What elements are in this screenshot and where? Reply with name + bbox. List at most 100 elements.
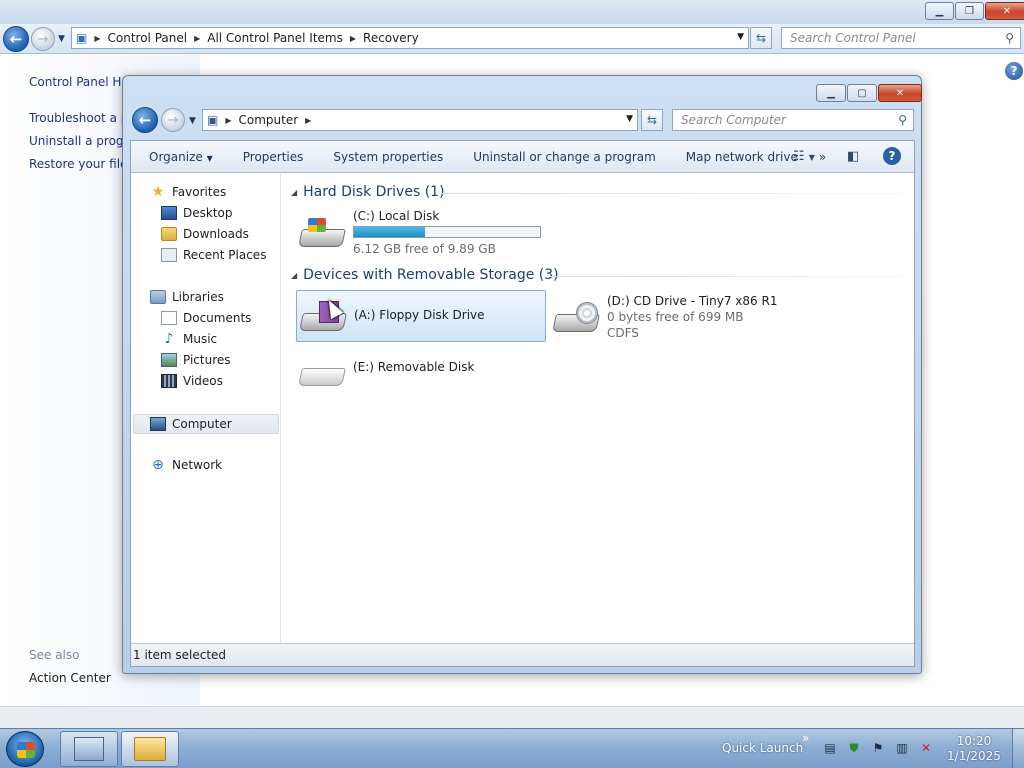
system-properties-button[interactable]: System properties bbox=[318, 150, 458, 164]
chevron-down-icon: ▼ bbox=[206, 153, 213, 163]
drive-c-name: (C:) Local Disk bbox=[353, 209, 440, 223]
maximize-button[interactable]: ▢ bbox=[847, 84, 877, 102]
quick-launch-chevron[interactable]: » bbox=[802, 731, 809, 745]
cp-address-icon: ▣ bbox=[76, 31, 88, 45]
nav-downloads[interactable]: Downloads bbox=[161, 227, 249, 241]
command-bar: Organize ▼ Properties System properties … bbox=[131, 141, 914, 173]
start-button[interactable] bbox=[6, 731, 44, 767]
nav-music[interactable]: ♪ Music bbox=[161, 331, 218, 347]
drive-c-local-disk[interactable]: (C:) Local Disk 6.12 GB free of 9.89 GB bbox=[296, 209, 546, 257]
more-commands-button[interactable]: » bbox=[813, 150, 832, 164]
collapse-triangle-icon[interactable]: ◢ bbox=[291, 188, 297, 197]
computer-icon: ▣ bbox=[207, 113, 219, 127]
drive-e-removable[interactable]: (E:) Removable Disk bbox=[296, 352, 546, 396]
cp-breadcrumb-1[interactable]: All Control Panel Items bbox=[203, 31, 347, 45]
show-desktop-button[interactable] bbox=[1012, 729, 1024, 768]
minimize-button[interactable]: ▁ bbox=[816, 84, 846, 102]
cp-minimize-button[interactable]: ▁ bbox=[925, 2, 954, 20]
chevron-down-icon[interactable]: ▼ bbox=[737, 32, 744, 42]
nav-desktop[interactable]: Desktop bbox=[161, 206, 233, 220]
document-tray-icon[interactable]: ▤ bbox=[823, 741, 837, 755]
cp-link-home[interactable]: Control Panel Ho bbox=[29, 75, 129, 89]
cp-link-troubleshoot[interactable]: Troubleshoot a pr bbox=[29, 111, 133, 125]
breadcrumb-computer[interactable]: Computer bbox=[235, 113, 303, 127]
cp-breadcrumb-2[interactable]: Recovery bbox=[359, 31, 423, 45]
quick-launch-label[interactable]: Quick Launch bbox=[722, 741, 803, 755]
group-removable-storage[interactable]: ◢ Devices with Removable Storage (3) bbox=[291, 267, 559, 283]
security-shield-icon[interactable]: ⛊ bbox=[847, 741, 861, 755]
cp-link-action-center[interactable]: Action Center bbox=[29, 671, 111, 685]
nav-documents[interactable]: Documents bbox=[161, 311, 251, 325]
drive-d-cd[interactable]: (D:) CD Drive - Tiny7 x86 R1 0 bytes fre… bbox=[550, 292, 850, 342]
cp-horizontal-scrollbar[interactable] bbox=[0, 706, 1024, 728]
cp-address-bar[interactable]: ▣ ▶ Control Panel ▶ All Control Panel It… bbox=[71, 27, 749, 49]
star-icon: ★ bbox=[151, 184, 165, 200]
help-icon[interactable]: ? bbox=[883, 147, 901, 165]
cp-forward-button[interactable]: → bbox=[31, 27, 55, 51]
network-icon: ⊕ bbox=[152, 457, 164, 473]
properties-button[interactable]: Properties bbox=[228, 150, 319, 164]
chevron-right-icon: ▶ bbox=[305, 115, 312, 125]
uninstall-program-button[interactable]: Uninstall or change a program bbox=[458, 150, 671, 164]
search-icon[interactable]: ⚲ bbox=[898, 113, 907, 127]
group-hard-disk-drives[interactable]: ◢ Hard Disk Drives (1) bbox=[291, 184, 445, 200]
chevron-right-icon: ▶ bbox=[194, 33, 201, 43]
drive-e-name: (E:) Removable Disk bbox=[353, 360, 475, 374]
cp-search-input[interactable]: Search Control Panel ⚲ bbox=[781, 27, 1021, 49]
nav-computer[interactable]: Computer bbox=[133, 414, 279, 434]
close-button[interactable]: ✕ bbox=[878, 84, 922, 102]
forward-button[interactable]: → bbox=[161, 108, 185, 132]
group-divider bbox=[442, 193, 902, 194]
cp-search-placeholder: Search Control Panel bbox=[790, 31, 916, 45]
recent-pages-icon[interactable]: ▼ bbox=[189, 116, 196, 126]
help-icon[interactable]: ? bbox=[1005, 62, 1023, 80]
chevron-down-icon[interactable]: ▼ bbox=[626, 114, 633, 124]
nav-recent-places[interactable]: Recent Places bbox=[161, 248, 266, 262]
cp-refresh-button[interactable]: ⇆ bbox=[750, 27, 772, 49]
control-panel-icon bbox=[74, 737, 104, 761]
windows-logo-icon bbox=[17, 742, 35, 758]
folder-icon bbox=[134, 737, 166, 761]
chevron-right-icon: ▶ bbox=[225, 115, 232, 125]
nav-videos[interactable]: Videos bbox=[161, 374, 223, 388]
refresh-button[interactable]: ⇆ bbox=[641, 109, 663, 131]
group-divider bbox=[550, 276, 902, 277]
network-tray-icon[interactable]: ▥ bbox=[895, 741, 909, 755]
navigation-pane: ★ Favorites Desktop Downloads Recent Plac… bbox=[131, 174, 281, 643]
nav-network[interactable]: ⊕ Network bbox=[150, 458, 222, 472]
cp-link-restore[interactable]: Restore your files bbox=[29, 157, 134, 171]
cd-drive-icon bbox=[552, 300, 600, 336]
view-options-icon[interactable]: ☷ ▼ bbox=[793, 149, 815, 164]
map-network-drive-button[interactable]: Map network drive bbox=[671, 150, 813, 164]
action-center-flag-icon[interactable]: ⚑ bbox=[871, 741, 885, 755]
back-button[interactable]: ← bbox=[132, 107, 158, 133]
drive-d-filesystem: CDFS bbox=[607, 326, 639, 340]
search-icon[interactable]: ⚲ bbox=[1005, 31, 1014, 45]
search-input[interactable]: Search Computer ⚲ bbox=[672, 109, 914, 131]
collapse-triangle-icon[interactable]: ◢ bbox=[291, 271, 297, 280]
cp-close-button[interactable]: ✕ bbox=[985, 2, 1024, 20]
clock[interactable]: 10:20 1/1/2025 bbox=[944, 734, 1004, 764]
windows-logo-icon bbox=[308, 218, 326, 232]
taskbar-explorer-button[interactable] bbox=[121, 731, 179, 767]
videos-icon bbox=[161, 374, 177, 388]
address-bar[interactable]: ▣ ▶ Computer ▶ ▼ bbox=[202, 109, 638, 131]
cp-link-uninstall[interactable]: Uninstall a progra bbox=[29, 134, 136, 148]
cp-back-button[interactable]: ← bbox=[3, 26, 29, 52]
taskbar-control-panel-button[interactable] bbox=[60, 731, 118, 767]
nav-libraries[interactable]: Libraries bbox=[150, 290, 224, 304]
drive-c-usage-fill bbox=[354, 227, 425, 237]
cp-breadcrumb-0[interactable]: Control Panel bbox=[104, 31, 192, 45]
removable-disk-icon bbox=[298, 354, 346, 390]
volume-muted-icon[interactable]: ✕ bbox=[919, 741, 933, 755]
preview-pane-icon[interactable]: ◧ bbox=[847, 149, 859, 164]
music-icon: ♪ bbox=[164, 331, 174, 347]
cp-restore-button[interactable]: ❐ bbox=[955, 2, 984, 20]
computer-icon bbox=[150, 417, 166, 431]
nav-pictures[interactable]: Pictures bbox=[161, 353, 231, 367]
drive-d-name: (D:) CD Drive - Tiny7 x86 R1 bbox=[607, 294, 778, 308]
cp-recent-pages-icon[interactable]: ▼ bbox=[58, 34, 65, 44]
nav-favorites[interactable]: ★ Favorites bbox=[150, 184, 227, 200]
computer-explorer-window: ▁ ▢ ✕ ← → ▼ ▣ ▶ Computer ▶ ▼ ⇆ Search Co… bbox=[122, 75, 922, 674]
organize-button[interactable]: Organize ▼ bbox=[131, 150, 228, 164]
